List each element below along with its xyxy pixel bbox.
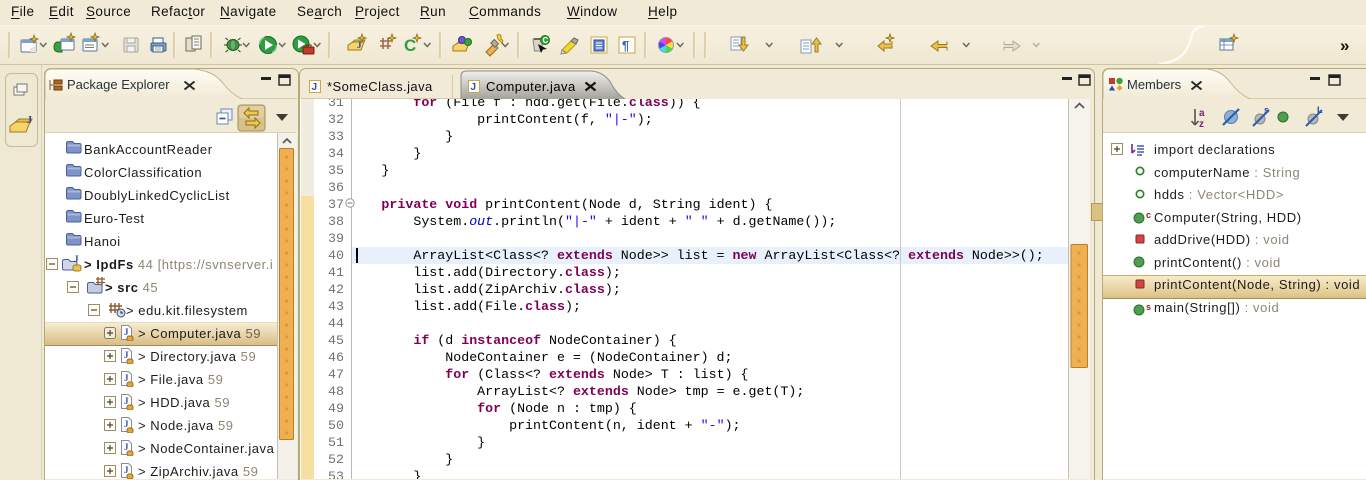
svg-text:J: J <box>124 419 129 429</box>
svg-text:J: J <box>124 465 129 475</box>
svg-text:s: s <box>1146 302 1151 312</box>
svg-text:J: J <box>124 350 129 360</box>
svg-text:J: J <box>124 396 129 406</box>
svg-text:J: J <box>124 373 129 383</box>
svg-text:c: c <box>1146 210 1151 220</box>
svg-text:J: J <box>357 40 362 50</box>
svg-text:¶: ¶ <box>622 38 629 53</box>
svg-text:»: » <box>1340 36 1349 55</box>
svg-text:a: a <box>1199 108 1205 119</box>
svg-text:J: J <box>124 327 129 337</box>
svg-text:J: J <box>471 82 477 93</box>
svg-text:J: J <box>312 82 318 93</box>
svg-text:J: J <box>124 442 129 452</box>
svg-text:J: J <box>74 254 79 264</box>
svg-text:C: C <box>543 36 549 45</box>
svg-text:z: z <box>1199 119 1204 130</box>
